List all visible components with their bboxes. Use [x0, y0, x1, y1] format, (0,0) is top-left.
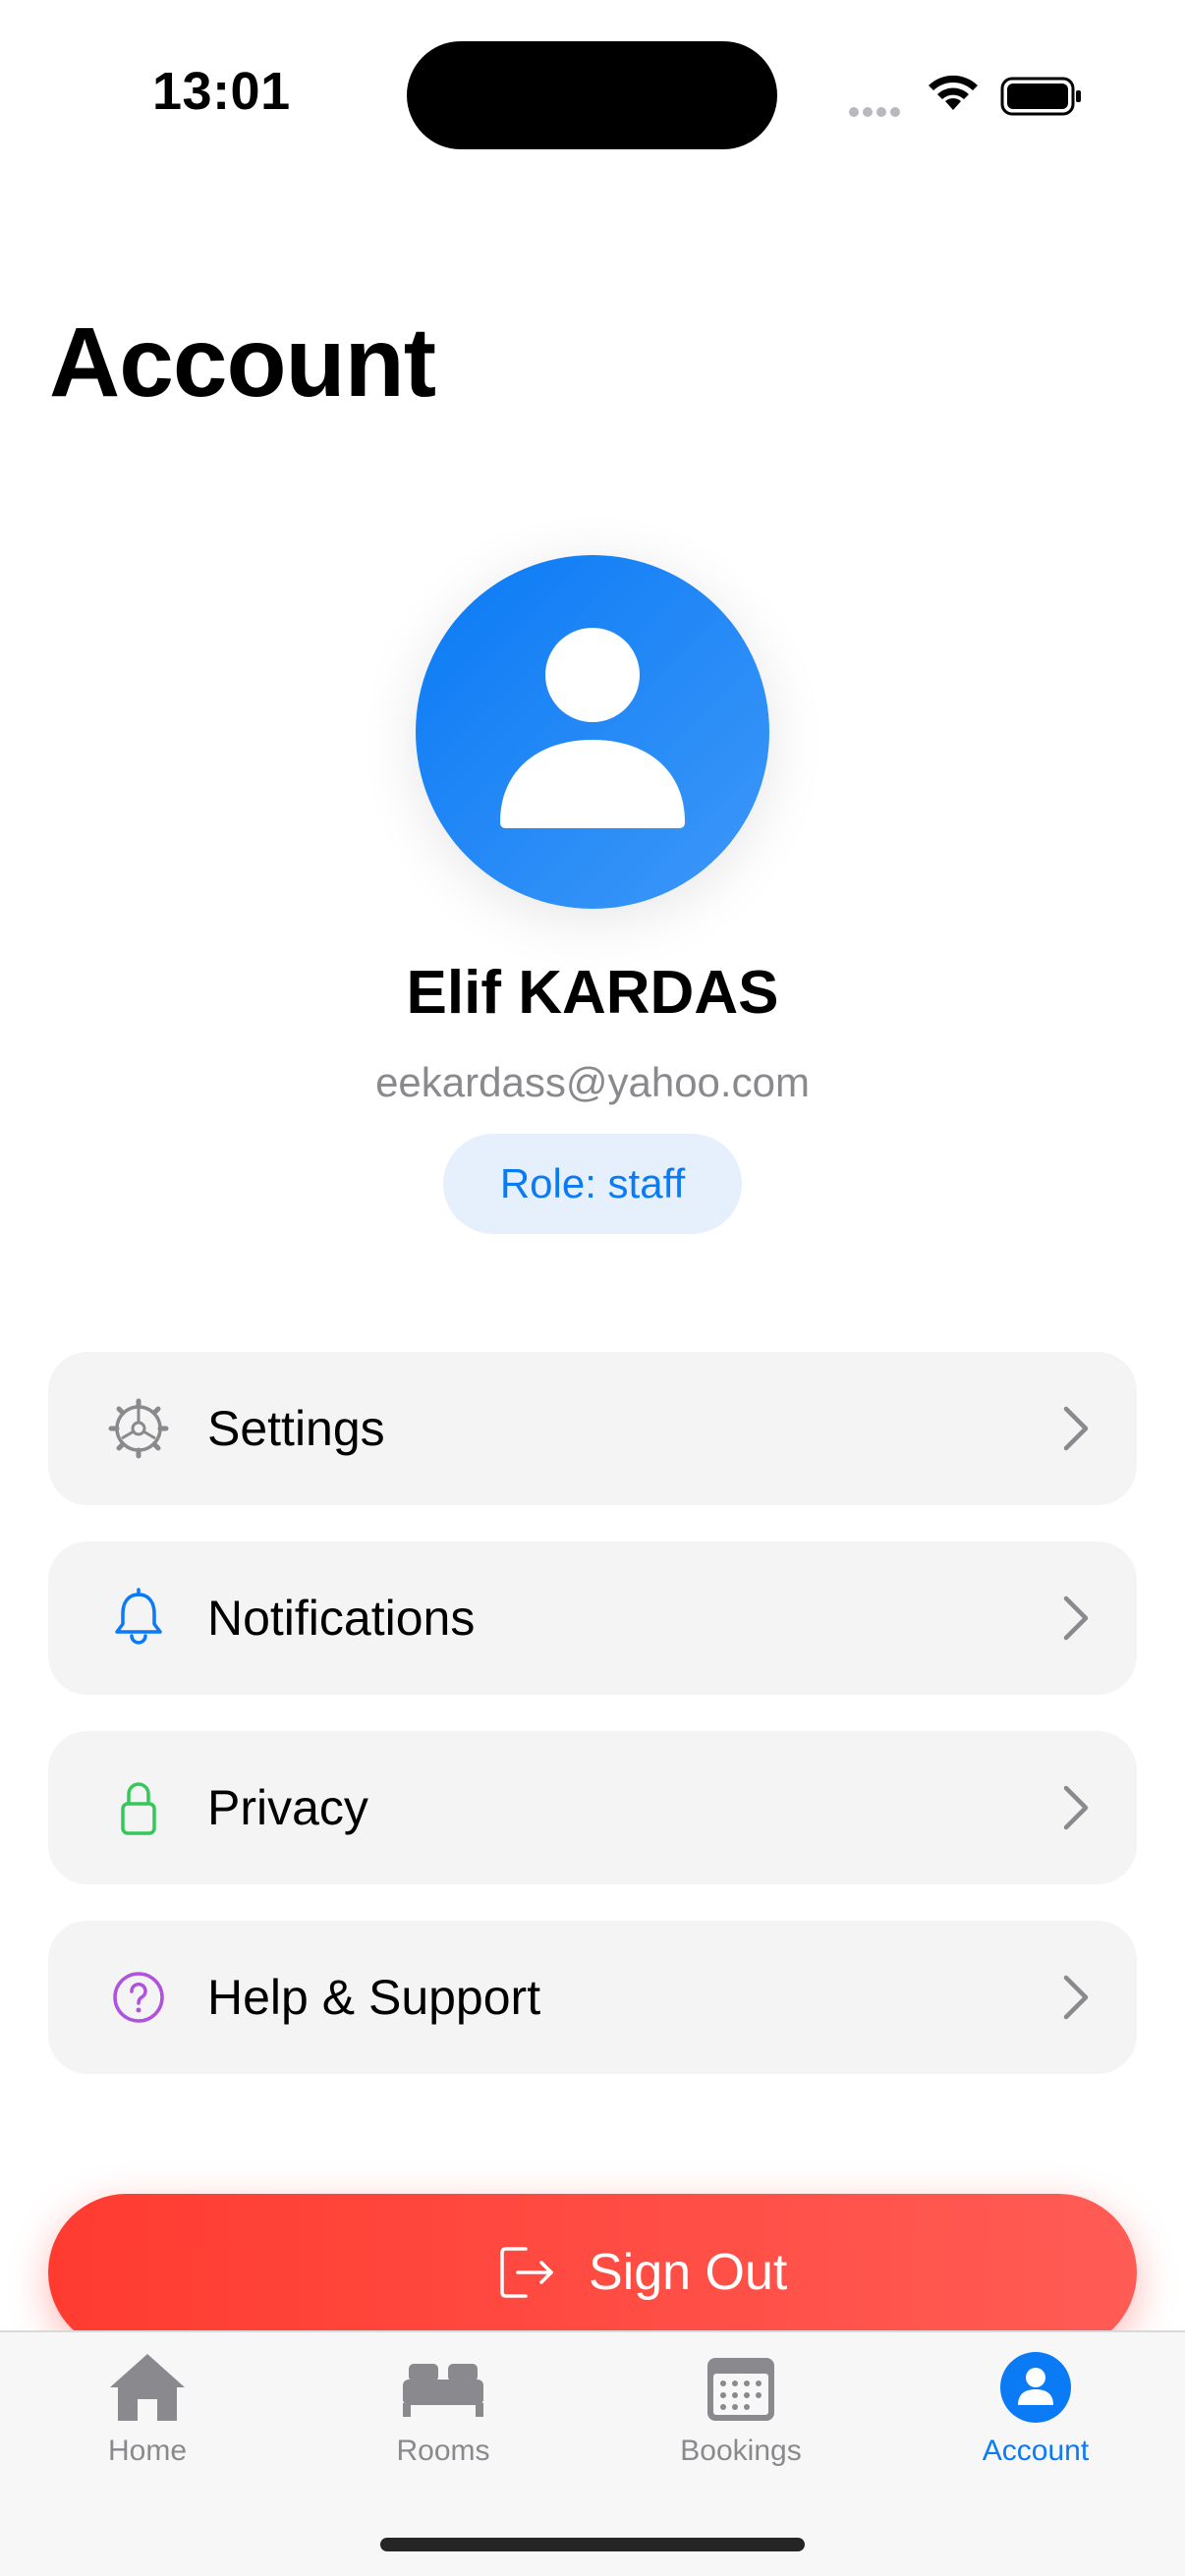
- wifi-icon: [929, 75, 978, 110]
- sign-out-button[interactable]: Sign Out: [48, 2194, 1137, 2351]
- status-time: 13:01: [152, 62, 291, 121]
- menu-item-label: Help & Support: [207, 1970, 541, 2025]
- tab-home[interactable]: Home: [29, 2350, 265, 2488]
- menu-item-label: Settings: [207, 1401, 385, 1456]
- house-icon: [110, 2354, 185, 2421]
- cellular-signal-icon: [849, 104, 908, 118]
- menu-item-label: Privacy: [207, 1780, 368, 1835]
- battery-icon: [1000, 77, 1081, 116]
- page-title: Account: [49, 308, 436, 418]
- sign-out-icon: [500, 2247, 553, 2298]
- chevron-right-icon: [1063, 1975, 1089, 2020]
- status-bar: 13:01: [0, 0, 1185, 187]
- person-circle-icon: [1000, 2352, 1071, 2423]
- menu-item-notifications[interactable]: Notifications: [48, 1541, 1137, 1695]
- sign-out-label: Sign Out: [589, 2244, 788, 2301]
- user-name: Elif KARDAS: [406, 959, 779, 1027]
- question-circle-icon: [113, 1972, 164, 2023]
- menu-item-settings[interactable]: Settings: [48, 1352, 1137, 1505]
- dynamic-island: [407, 41, 777, 149]
- gear-icon: [108, 1398, 169, 1459]
- menu-item-label: Notifications: [207, 1591, 476, 1646]
- tab-label: Bookings: [680, 2435, 802, 2467]
- calendar-icon: [707, 2358, 774, 2421]
- home-indicator[interactable]: [380, 2538, 805, 2551]
- menu-item-privacy[interactable]: Privacy: [48, 1731, 1137, 1884]
- avatar[interactable]: [416, 555, 769, 909]
- chevron-right-icon: [1063, 1406, 1089, 1451]
- bed-icon: [403, 2364, 483, 2417]
- user-email: eekardass@yahoo.com: [375, 1059, 810, 1105]
- role-badge: Role: staff: [443, 1134, 742, 1234]
- lock-icon: [121, 1782, 156, 1835]
- tab-rooms[interactable]: Rooms: [325, 2350, 561, 2488]
- tab-label: Account: [982, 2435, 1090, 2467]
- person-icon: [500, 628, 685, 828]
- chevron-right-icon: [1063, 1596, 1089, 1641]
- tab-bookings[interactable]: Bookings: [623, 2350, 859, 2488]
- chevron-right-icon: [1063, 1785, 1089, 1830]
- tab-account[interactable]: Account: [918, 2350, 1154, 2488]
- bell-icon: [115, 1588, 162, 1645]
- tab-label: Home: [107, 2435, 188, 2467]
- tab-label: Rooms: [396, 2435, 490, 2467]
- menu-item-help-support[interactable]: Help & Support: [48, 1921, 1137, 2074]
